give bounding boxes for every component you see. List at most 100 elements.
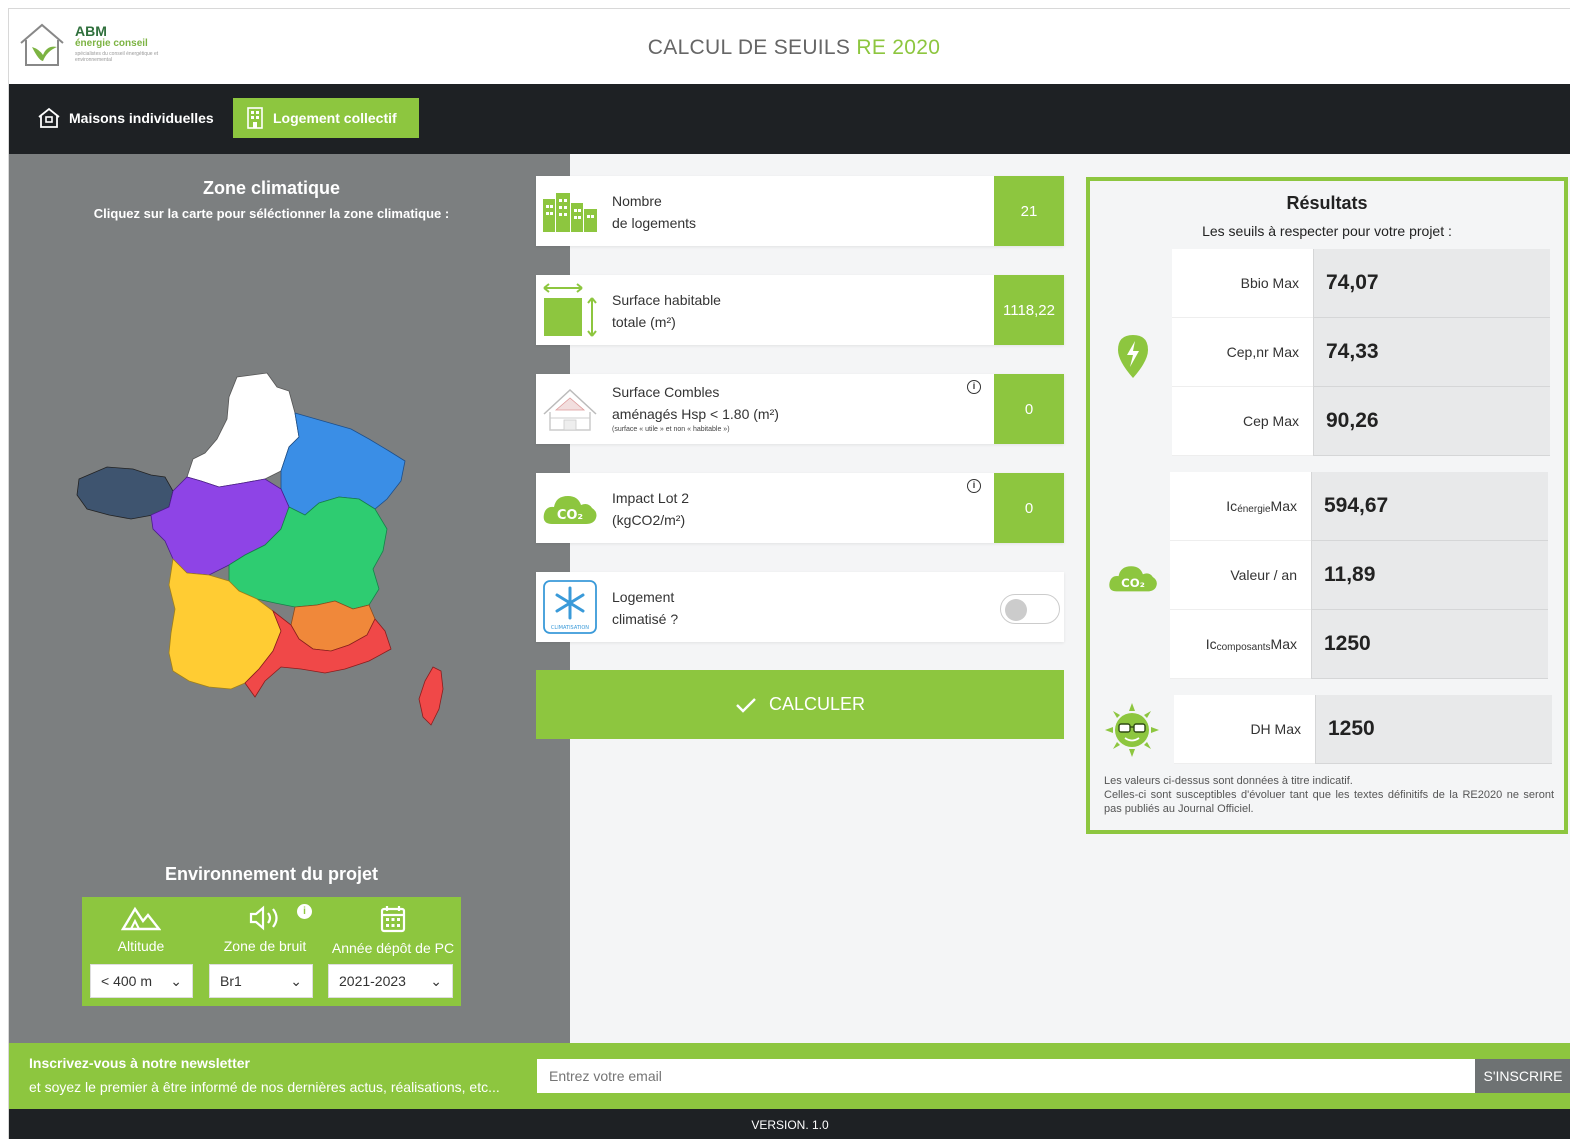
co2-cloud-icon: CO₂ [542,481,598,535]
header: ABM énergie conseil spécialistes du cons… [9,9,1570,84]
buildings-icon [542,184,598,238]
results-subtitle: Les seuils à respecter pour votre projet… [1202,223,1452,239]
co2-cloud-icon: CO₂ [1109,566,1157,592]
tab-maisons-individuelles[interactable]: Maisons individuelles [25,98,235,138]
nav-bar: Maisons individuelles Logement collectif [9,84,1570,154]
year-label: Année dépôt de PC [331,940,455,956]
bbio-value: 74,07 [1313,249,1550,318]
noise-info-icon[interactable]: i [297,904,312,919]
app-frame: ABM énergie conseil spécialistes du cons… [8,8,1570,1139]
email-input[interactable] [537,1059,1475,1093]
calculate-label: CALCULER [768,694,866,714]
ic-energie-value: 594,67 [1311,472,1548,541]
clim-toggle[interactable] [1000,594,1060,624]
surface-area-icon [542,283,598,337]
noise-label: Zone de bruit [223,938,307,954]
combles-input[interactable]: 0 [994,374,1064,444]
zone-title: Zone climatique [202,178,341,198]
combles-label: Surface Combles aménagés Hsp < 1.80 (m²)… [612,381,779,434]
environment-box: Altitude Zone de bruit i Année dépôt de … [82,897,461,1006]
lot2-input[interactable]: 0 [994,473,1064,543]
chevron-down-icon: ⌄ [430,972,442,989]
tab-logement-label: Logement collectif [273,110,397,126]
logements-card: Nombre de logements 21 [536,176,1064,246]
lot2-label-line2: (kgCO2/m²) [612,512,686,528]
bbio-label: Bbio Max [1172,249,1313,318]
speaker-icon [249,905,278,931]
results-disclaimer: Les valeurs ci-dessus sont données à tit… [1104,774,1554,816]
valeur-value: 11,89 [1311,541,1548,610]
lot2-label: Impact Lot 2 (kgCO2/m²) [612,487,689,531]
svg-text:CLIMATISATION: CLIMATISATION [551,625,589,631]
altitude-select[interactable]: < 400 m ⌄ [90,964,193,998]
clim-label-line1: Logement [612,589,675,605]
surface-label-line2: totale (m²) [612,314,676,330]
logements-label-line1: Nombre [612,193,662,209]
lot2-card: CO₂ Impact Lot 2 (kgCO2/m²) i 0 [536,473,1064,543]
logements-label: Nombre de logements [612,190,696,234]
cepnr-value: 74,33 [1313,318,1550,387]
environment-title: Environnement du projet [164,864,378,884]
altitude-select-value: < 400 m [101,973,152,989]
altitude-label: Altitude [117,938,165,954]
svg-text:CO₂: CO₂ [1121,576,1145,590]
logements-input[interactable]: 21 [994,176,1064,246]
calendar-icon [380,906,406,933]
tab-logement-collectif[interactable]: Logement collectif [233,98,419,138]
cep-label: Cep Max [1172,387,1313,456]
tab-maisons-label: Maisons individuelles [69,110,214,126]
logements-label-line2: de logements [612,215,697,231]
cepnr-label: Cep,nr Max [1172,318,1313,387]
chevron-down-icon: ⌄ [290,972,302,989]
clim-label-line2: climatisé ? [612,611,679,627]
page-title-accent: RE 2020 [856,36,941,59]
combles-info-icon[interactable]: i [967,380,981,394]
combles-label-line2: aménagés Hsp < 1.80 (m²) [612,406,779,422]
altitude-column: Altitude [82,905,200,954]
calculate-button[interactable]: CALCULER [536,670,1064,739]
valeur-label: Valeur / an [1170,541,1311,610]
climate-zone-panel: Zone climatique Cliquez sur la carte pou… [9,154,570,1043]
disclaimer-line1: Les valeurs ci-dessus sont données à tit… [1104,775,1353,787]
year-column: Année dépôt de PC [325,905,461,956]
chevron-down-icon: ⌄ [170,972,182,989]
subscribe-button[interactable]: S'INSCRIRE [1475,1059,1570,1093]
france-climate-map[interactable] [69,369,449,734]
combles-card: Surface Combles aménagés Hsp < 1.80 (m²)… [536,374,1064,444]
surface-input[interactable]: 1118,22 [994,275,1064,345]
sun-glasses-icon [1105,703,1159,757]
zone-h3-corsica[interactable] [418,666,444,726]
clim-label: Logement climatisé ? [612,586,678,630]
ic-composants-value: 1250 [1311,610,1548,679]
combles-label-line1: Surface Combles [612,384,720,400]
cep-value: 90,26 [1313,387,1550,456]
surface-card: Surface habitable totale (m²) 1118,22 [536,275,1064,345]
newsletter-text: et soyez le premier à être informé de no… [29,1079,500,1095]
zone-hint: Cliquez sur la carte pour séléctionner l… [93,206,450,221]
dh-value: 1250 [1315,695,1552,764]
lot2-info-icon[interactable]: i [967,479,981,493]
attic-icon [542,382,598,436]
year-select[interactable]: 2021-2023 ⌄ [328,964,453,998]
noise-select-value: Br1 [220,973,242,989]
clim-card: CLIMATISATION Logement climatisé ? [536,572,1064,642]
results-panel: Résultats Les seuils à respecter pour vo… [1086,177,1568,834]
surface-label: Surface habitable totale (m²) [612,289,721,333]
building-icon [247,107,263,129]
newsletter-title: Inscrivez-vous à notre newsletter [29,1055,250,1071]
surface-label-line1: Surface habitable [612,292,721,308]
results-title: Résultats [1286,193,1368,213]
page-title-main: CALCUL DE SEUILS [647,36,857,59]
snowflake-icon: CLIMATISATION [542,580,598,634]
check-icon [736,697,756,713]
combles-note: (surface « utile » et non « habitable ») [612,426,730,433]
ic-energie-label: Ic énergie Max [1170,472,1311,541]
page-title: CALCUL DE SEUILS RE 2020 [9,36,1570,60]
lot2-label-line1: Impact Lot 2 [612,490,690,506]
disclaimer-line2: Celles-ci sont susceptibles d'évoluer ta… [1104,789,1554,815]
house-icon [38,107,60,128]
noise-select[interactable]: Br1 ⌄ [209,964,313,998]
footer: VERSION. 1.0 [9,1109,1570,1139]
newsletter-bar: Inscrivez-vous à notre newsletter et soy… [9,1043,1570,1109]
inputs-panel: Nombre de logements 21 Surface habitable… [536,154,1570,1043]
